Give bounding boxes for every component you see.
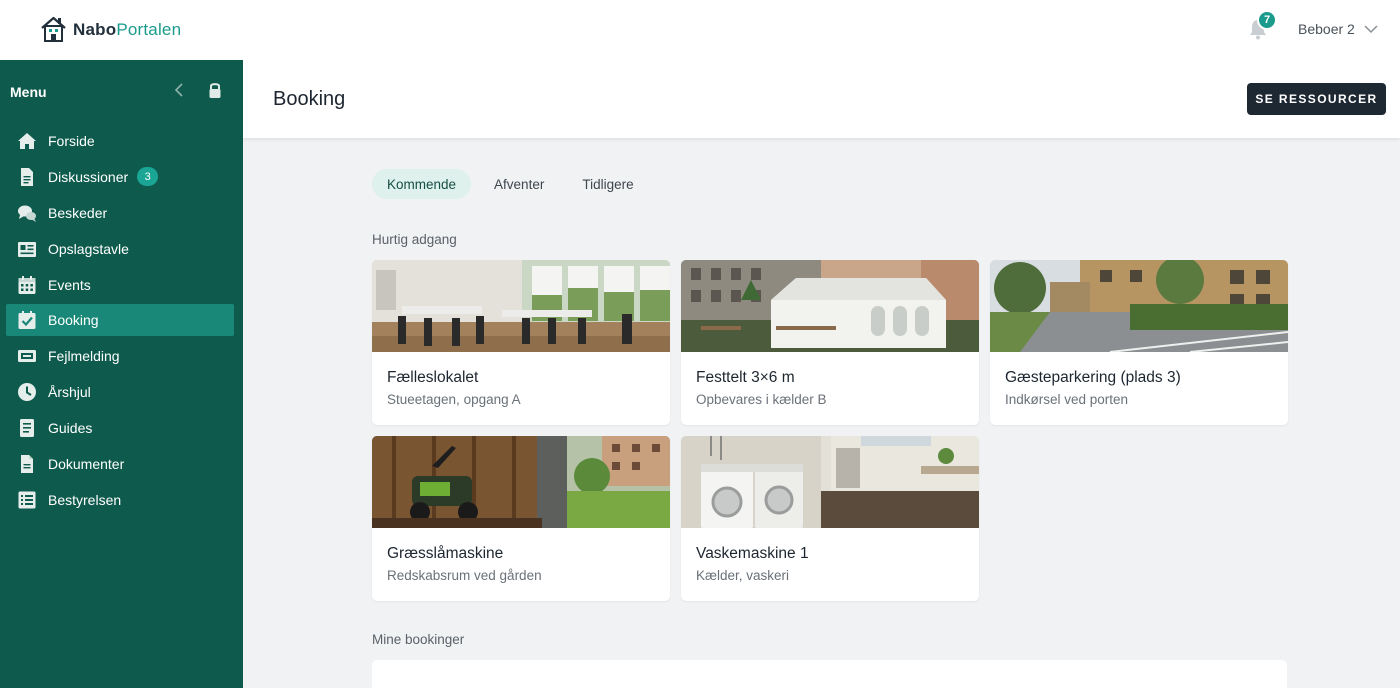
sidebar-item-dokumenter[interactable]: Dokumenter <box>6 448 234 480</box>
page-title: Booking <box>273 88 346 110</box>
chevron-left-icon[interactable] <box>172 82 186 98</box>
card-title: Fælleslokalet <box>387 369 479 386</box>
discussion-count-badge: 3 <box>137 167 159 187</box>
sidebar-item-fejlmelding[interactable]: Fejlmelding <box>6 340 234 372</box>
card-title: Festtelt 3×6 m <box>696 369 795 386</box>
ticket-icon <box>17 346 37 366</box>
logo-text-bold: Nabo <box>73 19 117 39</box>
house-logo-icon <box>41 16 66 42</box>
sidebar-item-label: Booking <box>48 312 99 329</box>
sidebar-nav: Forside Diskussioner 3 Beskeder Opslagst… <box>6 125 234 520</box>
resource-card[interactable]: Vaskemaskine 1 Kælder, vaskeri <box>681 436 979 601</box>
board-icon <box>17 239 37 259</box>
sidebar-item-label: Opslagstavle <box>48 240 129 257</box>
calendar-check-icon <box>17 310 37 330</box>
top-bar: NaboPortalen 7 Beboer 2 <box>0 0 1400 60</box>
page-header: Booking SE RESSOURCER <box>243 60 1400 138</box>
see-resources-button[interactable]: SE RESSOURCER <box>1247 83 1386 115</box>
tab-afventer[interactable]: Afventer <box>479 169 559 199</box>
sidebar-item-guides[interactable]: Guides <box>6 412 234 444</box>
card-subtitle: Indkørsel ved porten <box>1005 392 1129 407</box>
list-icon <box>17 490 37 510</box>
sidebar-item-label: Beskeder <box>48 204 108 221</box>
tab-tidligere[interactable]: Tidligere <box>567 169 648 199</box>
sidebar-item-forside[interactable]: Forside <box>6 125 234 157</box>
resource-card[interactable]: Festtelt 3×6 m Opbevares i kælder B <box>681 260 979 425</box>
guide-icon <box>17 418 37 438</box>
sidebar-item-label: Dokumenter <box>48 456 125 473</box>
sidebar-item-booking[interactable]: Booking <box>6 304 234 337</box>
sidebar-item-arshjul[interactable]: Årshjul <box>6 376 234 408</box>
sidebar-item-bestyrelsen[interactable]: Bestyrelsen <box>6 484 234 516</box>
my-bookings-label: Mine bookinger <box>372 632 465 647</box>
laundry-photo <box>681 436 979 528</box>
booking-tabs: Kommende Afventer Tidligere <box>372 169 657 199</box>
sidebar-item-label: Guides <box>48 420 93 437</box>
mower-photo <box>372 436 670 528</box>
calendar-icon <box>17 275 37 295</box>
tab-kommende[interactable]: Kommende <box>372 169 472 199</box>
sidebar-item-label: Årshjul <box>48 384 91 401</box>
parking-photo <box>990 260 1288 352</box>
logo[interactable]: NaboPortalen <box>40 15 181 44</box>
sidebar-item-opslagstavle[interactable]: Opslagstavle <box>6 233 234 265</box>
lock-icon[interactable] <box>207 81 223 99</box>
quick-access-label: Hurtig adgang <box>372 232 457 247</box>
sidebar-item-label: Diskussioner <box>48 168 129 185</box>
logo-text-light: Portalen <box>116 19 182 39</box>
file-icon <box>17 454 37 474</box>
sidebar-item-label: Events <box>48 276 91 293</box>
user-name: Beboer 2 <box>1298 21 1355 37</box>
my-bookings-panel <box>372 660 1287 688</box>
card-title: Græsslåmaskine <box>387 545 504 562</box>
sidebar-item-label: Fejlmelding <box>48 348 120 365</box>
card-title: Vaskemaskine 1 <box>696 545 809 562</box>
chevron-down-icon <box>1364 25 1378 34</box>
user-menu[interactable]: Beboer 2 <box>1298 21 1379 37</box>
sidebar: Menu Forside Diskussioner 3 Beskeder Ops… <box>0 60 243 688</box>
menu-title: Menu <box>10 84 47 100</box>
document-icon <box>17 167 37 187</box>
resource-card[interactable]: Gæsteparkering (plads 3) Indkørsel ved p… <box>990 260 1288 425</box>
chat-icon <box>17 203 37 223</box>
sidebar-item-label: Bestyrelsen <box>48 491 122 508</box>
card-subtitle: Redskabsrum ved gården <box>387 568 542 583</box>
tent-photo <box>681 260 979 352</box>
home-icon <box>17 131 37 151</box>
resource-card[interactable]: Græsslåmaskine Redskabsrum ved gården <box>372 436 670 601</box>
sidebar-item-diskussioner[interactable]: Diskussioner 3 <box>6 161 234 193</box>
notification-badge: 7 <box>1257 10 1277 30</box>
card-title: Gæsteparkering (plads 3) <box>1005 369 1181 386</box>
card-subtitle: Stueetagen, opgang A <box>387 392 521 407</box>
sidebar-item-label: Forside <box>48 133 95 149</box>
sidebar-item-events[interactable]: Events <box>6 269 234 301</box>
room-photo <box>372 260 670 352</box>
card-subtitle: Kælder, vaskeri <box>696 568 790 583</box>
resource-card[interactable]: Fælleslokalet Stueetagen, opgang A <box>372 260 670 425</box>
sidebar-item-beskeder[interactable]: Beskeder <box>6 197 234 229</box>
clock-icon <box>17 382 37 402</box>
card-subtitle: Opbevares i kælder B <box>696 392 827 407</box>
